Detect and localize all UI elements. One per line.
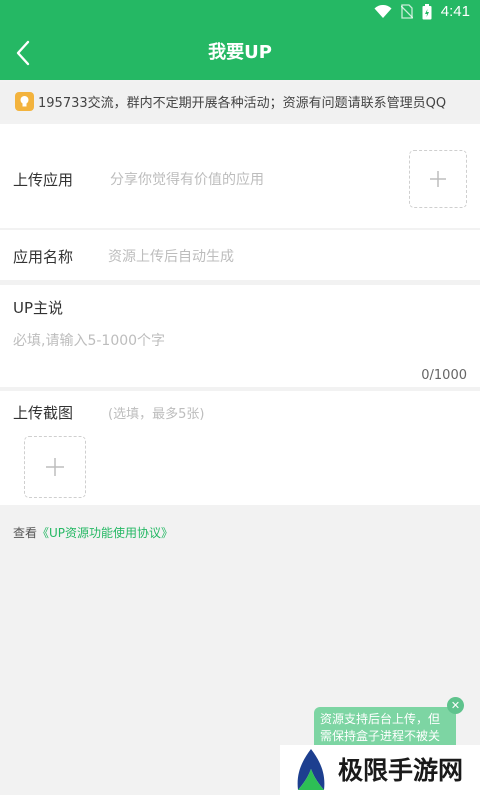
screenshots-label: 上传截图 — [13, 404, 74, 422]
status-time: 4:41 — [440, 3, 470, 20]
close-icon: ✕ — [450, 699, 461, 712]
plus-icon — [46, 458, 64, 476]
agreement-prefix: 查看 — [13, 526, 38, 540]
wifi-icon — [374, 4, 392, 18]
watermark-text: 极限手游网 — [338, 756, 464, 785]
app-name-label: 应用名称 — [13, 248, 74, 266]
up-says-label: UP主说 — [13, 299, 64, 317]
status-icons: 4:41 — [374, 3, 470, 20]
app-header: 我要UP — [0, 26, 480, 80]
app-name-hint: 资源上传后自动生成 — [108, 249, 234, 265]
upload-app-label: 上传应用 — [13, 171, 74, 189]
battery-icon — [422, 3, 432, 19]
watermark-logo-icon — [297, 749, 325, 790]
app-name-section: 应用名称 资源上传后自动生成 — [0, 230, 480, 280]
no-sim-icon — [400, 4, 413, 19]
char-counter: 0/1000 — [421, 368, 467, 383]
plus-icon — [430, 171, 446, 187]
toast-close-button[interactable]: ✕ — [447, 697, 464, 714]
screenshots-hint: (选填，最多5张) — [108, 407, 205, 422]
screenshots-section: 上传截图 (选填，最多5张) — [0, 391, 480, 505]
upload-app-hint: 分享你觉得有价值的应用 — [110, 172, 264, 188]
status-bar: 4:41 — [0, 0, 480, 26]
lightbulb-icon — [15, 92, 34, 111]
up-says-input[interactable]: 必填,请输入5-1000个字 — [13, 330, 165, 350]
upload-app-button[interactable] — [409, 150, 467, 208]
watermark: 极限手游网 — [280, 745, 480, 795]
notice-text: 195733交流，群内不定期开展各种活动；资源有问题请联系管理员QQ — [38, 96, 447, 111]
upload-app-section: 上传应用 分享你觉得有价值的应用 — [0, 124, 480, 228]
agreement-link[interactable]: 《UP资源功能使用协议》 — [37, 526, 173, 540]
upload-screenshot-button[interactable] — [24, 436, 86, 498]
agreement-line: 查看《UP资源功能使用协议》 — [13, 524, 173, 541]
notice-bar[interactable]: 195733交流，群内不定期开展各种活动；资源有问题请联系管理员QQ — [0, 82, 480, 120]
up-says-section: UP主说 必填,请输入5-1000个字 0/1000 — [0, 285, 480, 387]
page-title: 我要UP — [208, 42, 272, 63]
